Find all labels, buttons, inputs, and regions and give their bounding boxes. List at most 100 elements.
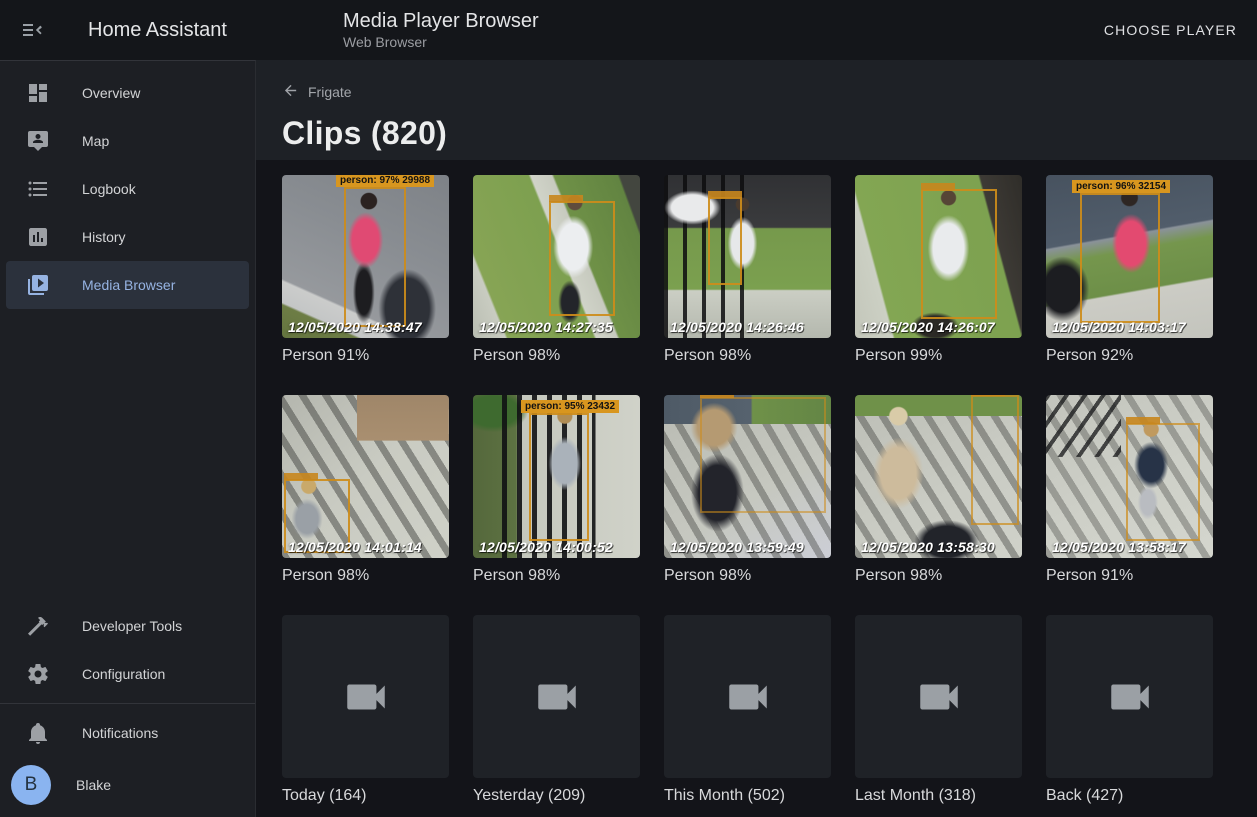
clip-card[interactable]: 12/05/2020 14:27:35 Person 98% [473,175,640,366]
clip-card[interactable]: 12/05/2020 14:26:46 Person 98% [664,175,831,366]
sidebar-item-logbook[interactable]: Logbook [6,165,249,213]
clip-card[interactable]: 12/05/2020 13:59:49Person 98% [664,395,831,586]
folder-caption: Back (427) [1046,786,1213,806]
detection-box-label: person: 96% 32154 [1072,180,1170,193]
folder-thumbnail [855,615,1022,778]
clip-timestamp-overlay: 12/05/2020 14:38:47 [288,319,422,335]
sidebar-item-map[interactable]: Map [6,117,249,165]
logbook-icon [26,177,50,201]
page-heading: Clips (820) [282,115,1257,152]
clip-timestamp-overlay: 12/05/2020 14:26:46 [670,319,804,335]
sidebar-spacer [0,309,255,602]
clip-caption: Person 98% [473,566,640,586]
folder-card[interactable]: This Month (502) [664,615,831,806]
video-camera-icon [723,672,773,722]
page-title: Media Player Browser [343,9,539,33]
folder-thumbnail [664,615,831,778]
clip-card[interactable]: 12/05/2020 13:58:17 Person 91% [1046,395,1213,586]
sidebar-nav: Overview Map Logbook History Media Browser [0,61,255,309]
content-header: Frigate Clips (820) [256,60,1257,160]
sidebar-item-label: Notifications [82,725,158,741]
clip-card[interactable]: person: 97% 2998812/05/2020 14:38:47Pers… [282,175,449,366]
folder-caption: Last Month (318) [855,786,1022,806]
folder-thumbnail [473,615,640,778]
avatar: B [11,765,51,805]
clip-caption: Person 98% [855,566,1022,586]
sidebar-item-label: Developer Tools [82,618,182,634]
folder-card[interactable]: Last Month (318) [855,615,1022,806]
sidebar-item-overview[interactable]: Overview [6,69,249,117]
arrow-left-icon [282,82,299,102]
detection-box [708,197,742,285]
clip-caption: Person 91% [1046,566,1213,586]
dashboard-icon [26,81,50,105]
folder-card[interactable]: Back (427) [1046,615,1213,806]
clip-thumbnail: person: 97% 2998812/05/2020 14:38:47 [282,175,449,338]
clip-thumbnail: 12/05/2020 14:26:07 [855,175,1022,338]
content-body: person: 97% 2998812/05/2020 14:38:47Pers… [256,160,1257,817]
home-assistant-app: Home Assistant Media Player Browser Web … [0,0,1257,817]
sidebar-item-developer-tools[interactable]: Developer Tools [6,602,249,650]
detection-box [1126,423,1200,541]
history-icon [26,225,50,249]
topbar-left: Home Assistant [0,18,256,42]
clip-caption: Person 98% [282,566,449,586]
folder-card[interactable]: Yesterday (209) [473,615,640,806]
clip-card[interactable]: person: 95% 2343212/05/2020 14:00:52 Pers… [473,395,640,586]
clip-timestamp-overlay: 12/05/2020 14:27:35 [479,319,613,335]
page-subtitle: Web Browser [343,33,539,51]
clip-timestamp-overlay: 12/05/2020 14:26:07 [861,319,995,335]
clip-timestamp-overlay: 12/05/2020 13:58:17 [1052,539,1186,555]
sidebar: Overview Map Logbook History Media Browser D… [0,60,256,817]
top-app-bar: Home Assistant Media Player Browser Web … [0,0,1257,60]
detection-box-label: person: 95% 23432 [521,400,619,413]
sidebar-item-label: Media Browser [82,277,175,293]
menu-collapse-icon [20,30,44,45]
media-browser-icon [26,273,50,297]
profile-name: Blake [76,777,111,793]
video-camera-icon [532,672,582,722]
clip-thumbnail: 12/05/2020 14:26:46 [664,175,831,338]
sidebar-footer-nav: Developer Tools Configuration [0,602,255,698]
detection-box: person: 95% 23432 [529,413,589,541]
clip-card[interactable]: person: 96% 3215412/05/2020 14:03:17 Pers… [1046,175,1213,366]
sidebar-item-notifications[interactable]: Notifications [6,709,249,757]
folder-thumbnail [1046,615,1213,778]
breadcrumb-back-button[interactable]: Frigate [282,82,352,102]
clip-card[interactable]: 12/05/2020 13:58:30 Person 98% [855,395,1022,586]
detection-box: person: 97% 29988 [344,187,406,327]
clip-thumbnail: person: 95% 2343212/05/2020 14:00:52 [473,395,640,558]
clip-caption: Person 98% [664,346,831,366]
media-grid: person: 97% 2998812/05/2020 14:38:47Pers… [282,175,1257,806]
detection-box [700,397,826,513]
sidebar-item-label: Logbook [82,181,136,197]
clip-thumbnail: person: 96% 3215412/05/2020 14:03:17 [1046,175,1213,338]
clip-card[interactable]: 12/05/2020 14:01:14 Person 98% [282,395,449,586]
clip-card[interactable]: 12/05/2020 14:26:07Person 99% [855,175,1022,366]
app-title: Home Assistant [88,19,227,42]
clip-timestamp-overlay: 12/05/2020 14:01:14 [288,539,422,555]
choose-player-button[interactable]: CHOOSE PLAYER [1104,22,1237,38]
clip-thumbnail: 12/05/2020 13:58:17 [1046,395,1213,558]
clip-caption: Person 91% [282,346,449,366]
sidebar-item-label: Configuration [82,666,165,682]
sidebar-item-label: History [82,229,126,245]
sidebar-item-configuration[interactable]: Configuration [6,650,249,698]
clip-caption: Person 92% [1046,346,1213,366]
sidebar-notifications: Notifications [0,709,255,757]
video-camera-icon [914,672,964,722]
detection-box: person: 96% 32154 [1080,193,1160,323]
folder-card[interactable]: Today (164) [282,615,449,806]
sidebar-bottom: Developer Tools Configuration Notificatio… [0,602,255,817]
sidebar-divider [0,703,255,704]
clip-caption: Person 98% [473,346,640,366]
sidebar-item-label: Overview [82,85,140,101]
detection-box-label: person: 97% 29988 [336,175,434,187]
clip-thumbnail: 12/05/2020 14:01:14 [282,395,449,558]
sidebar-item-profile[interactable]: B Blake [0,757,255,813]
sidebar-item-history[interactable]: History [6,213,249,261]
sidebar-toggle-button[interactable] [20,18,44,42]
clip-thumbnail: 12/05/2020 13:58:30 [855,395,1022,558]
detection-box [921,189,997,319]
sidebar-item-media-browser[interactable]: Media Browser [6,261,249,309]
